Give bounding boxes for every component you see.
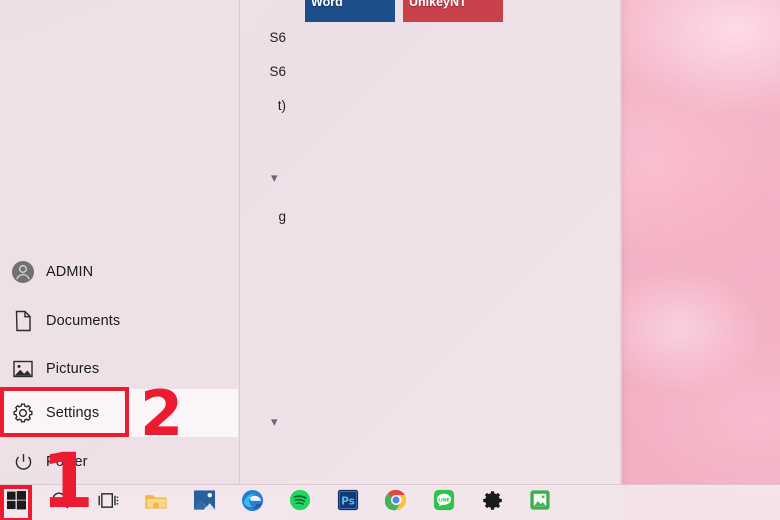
app-list-item[interactable]: t) [278, 98, 286, 113]
file-explorer-button[interactable] [136, 485, 176, 520]
sidebar-item-user-account[interactable]: ADMIN [0, 248, 238, 296]
pictures-icon [6, 359, 40, 379]
google-chrome-button[interactable] [376, 485, 416, 520]
adobe-photoshop-button[interactable]: Ps [328, 485, 368, 520]
spotify-button[interactable] [280, 485, 320, 520]
user-avatar-icon [6, 261, 40, 283]
tile-word[interactable]: Word [305, 0, 395, 22]
photos-button[interactable] [184, 485, 224, 520]
tile-label: Word [311, 0, 343, 9]
gear-icon [6, 402, 40, 424]
line-icon: LINE [433, 489, 455, 516]
task-view-button[interactable] [88, 485, 128, 520]
tile-label: UnikeyNT [409, 0, 467, 9]
app-list-item[interactable]: g [278, 209, 286, 224]
sidebar-item-label: Documents [46, 313, 121, 329]
screen: ADMIN Documents Pictures Settings Power … [0, 0, 780, 520]
task-view-icon [97, 491, 119, 515]
app-list-item[interactable]: S6 [269, 64, 286, 79]
line-button[interactable]: LINE [424, 485, 464, 520]
search-icon-button[interactable] [40, 485, 80, 520]
photos-icon [193, 489, 216, 516]
photoshop-icon: Ps [337, 489, 359, 516]
power-icon [6, 452, 40, 473]
image-viewer-button[interactable] [520, 485, 560, 520]
microsoft-edge-button[interactable] [232, 485, 272, 520]
chrome-icon [384, 489, 407, 516]
settings-app-button[interactable] [472, 485, 512, 520]
sidebar-item-documents[interactable]: Documents [0, 297, 238, 345]
svg-text:LINE: LINE [438, 497, 450, 503]
sidebar-item-label: Pictures [46, 361, 100, 377]
spotify-icon [289, 489, 311, 516]
app-list-item[interactable]: S6 [269, 30, 286, 45]
sidebar-item-power[interactable]: Power [0, 438, 238, 486]
svg-text:Ps: Ps [341, 496, 355, 508]
document-icon [6, 310, 40, 332]
chevron-down-icon[interactable]: ▾ [271, 171, 278, 184]
green-image-app-icon [529, 489, 551, 516]
chevron-down-icon[interactable]: ▾ [271, 415, 278, 428]
sidebar-item-label: Power [46, 454, 88, 470]
start-button[interactable] [0, 485, 32, 520]
start-menu-app-list: S6 S6 t) g ▾ ▾ [240, 0, 382, 486]
taskbar: Ps LINE [0, 484, 780, 520]
folder-icon [144, 490, 168, 516]
windows-logo-icon [6, 490, 26, 515]
sidebar-item-pictures[interactable]: Pictures [0, 345, 238, 393]
sidebar-item-settings[interactable]: Settings [0, 389, 238, 437]
gear-icon [482, 490, 503, 516]
sidebar-item-label: Settings [46, 405, 100, 421]
search-icon [51, 491, 70, 515]
edge-icon [241, 489, 264, 517]
tile-unikeynt[interactable]: UnikeyNT [403, 0, 503, 22]
start-menu: ADMIN Documents Pictures Settings Power … [0, 0, 622, 486]
sidebar-item-label: ADMIN [46, 264, 94, 280]
